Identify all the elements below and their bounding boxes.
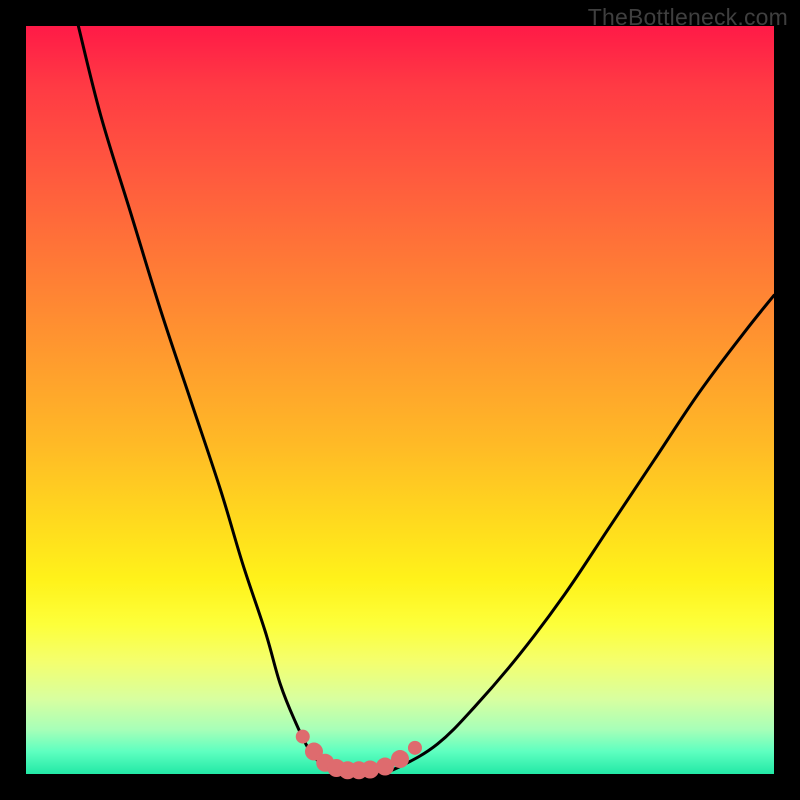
plot-area [26,26,774,774]
trough-dot [361,761,379,779]
chart-svg [26,26,774,774]
trough-dot [391,750,409,768]
trough-markers [296,730,422,780]
trough-dot [296,730,310,744]
outer-frame: TheBottleneck.com [0,0,800,800]
trough-dot [408,741,422,755]
bottleneck-curve-path [78,26,774,775]
